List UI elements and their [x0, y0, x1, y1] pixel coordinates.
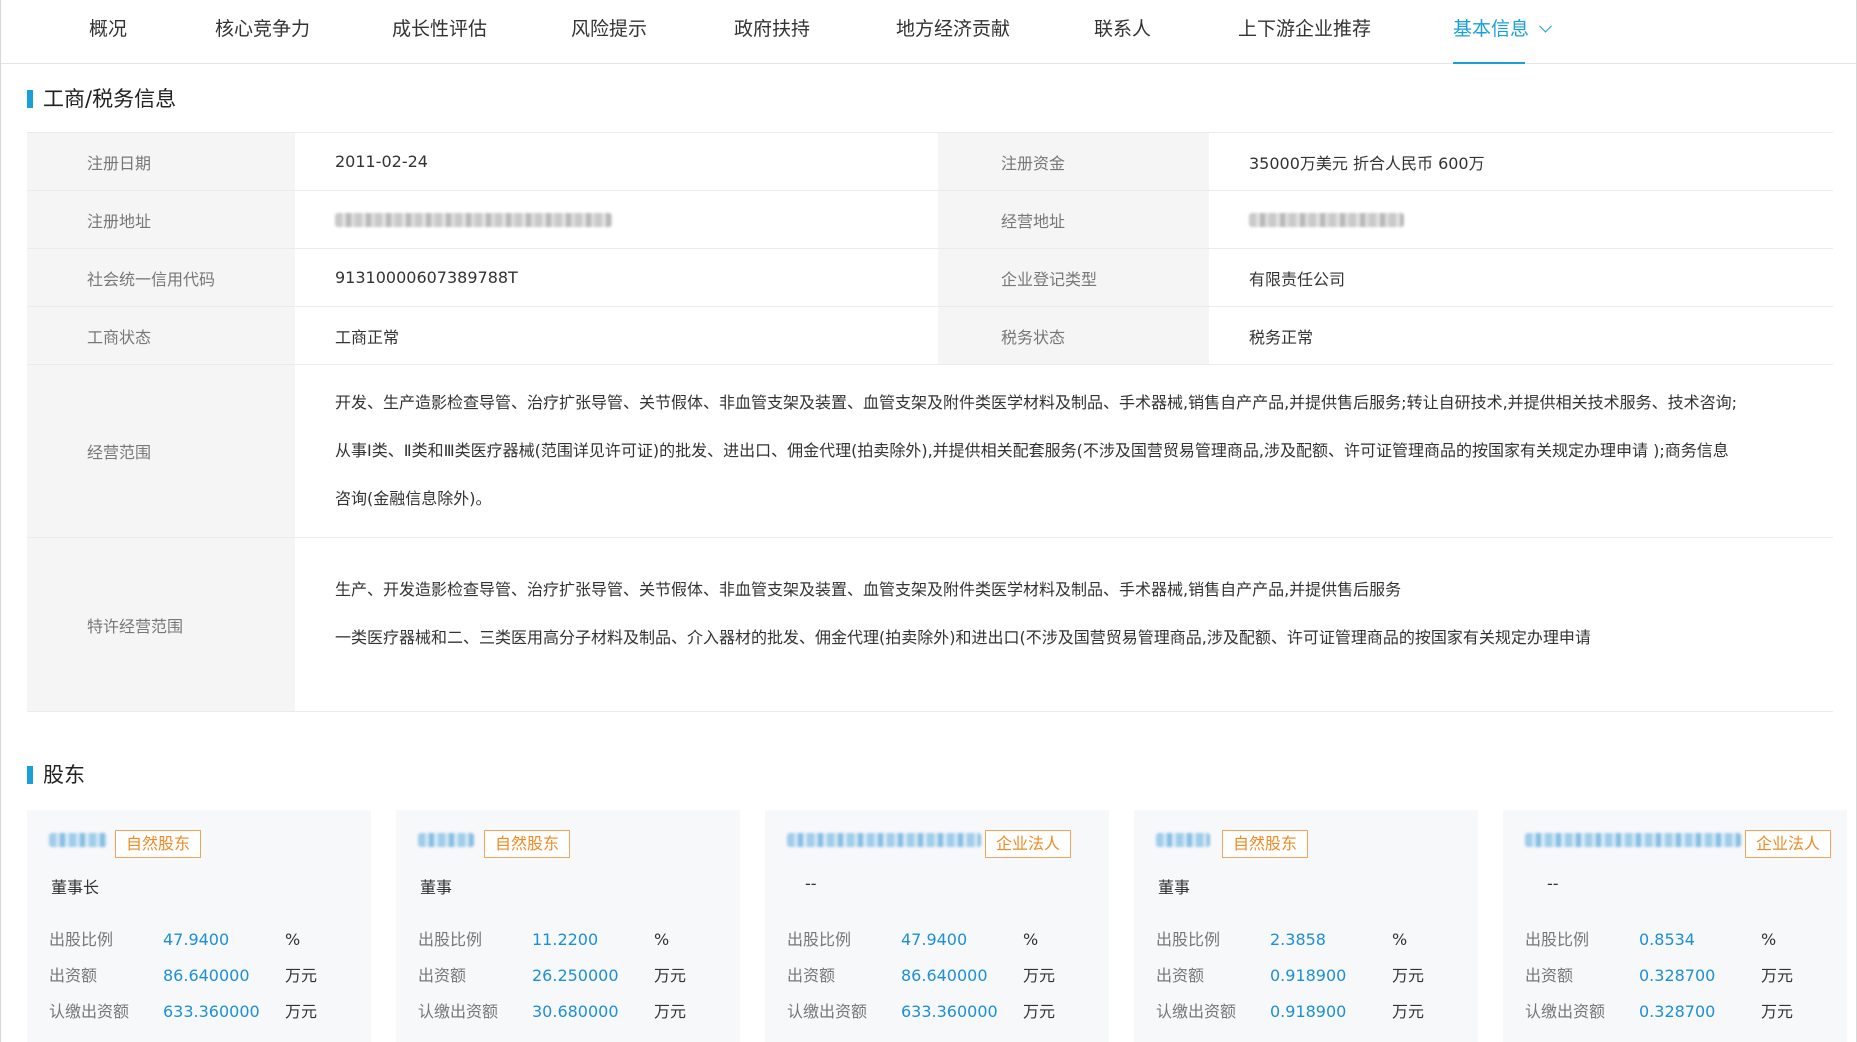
redacted-text: [1249, 212, 1404, 227]
tab-bar: 概况 核心竞争力 成长性评估 风险提示 政府扶持 地方经济贡献 联系人 上下游企…: [1, 0, 1856, 64]
shareholder-type-badge: 自然股东: [1222, 830, 1309, 858]
shareholder-role: 董事长: [51, 878, 100, 897]
credit-code-value: 91310000607389788T: [335, 268, 518, 287]
scope-value: 开发、生产造影检查导管、治疗扩张导管、关节假体、非血管支架及装置、血管支架及附件…: [295, 365, 1833, 537]
reg-capital-label: 注册资金: [938, 133, 1209, 190]
amount-row: 出资额 86.640000 万元: [49, 966, 318, 985]
scope-label: 经营范围: [27, 365, 295, 537]
shareholder-card[interactable]: 自然股东 董事 出股比例 2.3858% 出资额 0.918900 万元 认缴出资额 0…: [1134, 810, 1478, 1042]
shareholder-card[interactable]: 企业法人 -- 出股比例 0.8534% 出资额 0.328700 万元 认缴出资额 0…: [1503, 810, 1847, 1042]
scope-line: 咨询(金融信息除外)。: [335, 489, 492, 508]
chevron-down-icon: [1539, 19, 1552, 33]
table-row: 注册地址 经营地址: [27, 191, 1833, 249]
ratio-row: 出股比例 2.3858%: [1156, 930, 1408, 949]
page-frame: 概况 核心竞争力 成长性评估 风险提示 政府扶持 地方经济贡献 联系人 上下游企…: [0, 0, 1857, 1042]
table-row: 特许经营范围 生产、开发造影检查导管、治疗扩张导管、关节假体、非血管支架及装置、…: [27, 538, 1833, 712]
amount-row: 出资额 26.250000 万元: [418, 966, 687, 985]
reg-capital-value: 35000万美元 折合人民币 600万: [1249, 153, 1485, 173]
tab-contacts[interactable]: 联系人: [1094, 0, 1151, 64]
tab-basic-info[interactable]: 基本信息: [1453, 0, 1552, 64]
licensed-scope-value: 生产、开发造影检查导管、治疗扩张导管、关节假体、非血管支架及装置、血管支架及附件…: [295, 538, 1833, 711]
table-row: 社会统一信用代码 91310000607389788T 企业登记类型 有限责任公…: [27, 249, 1833, 307]
licensed-scope-label: 特许经营范围: [27, 538, 295, 711]
tab-overview[interactable]: 概况: [89, 0, 127, 64]
reg-date-label: 注册日期: [27, 133, 295, 190]
scope-line: 从事Ⅰ类、Ⅱ类和Ⅲ类医疗器械(范围详见许可证)的批发、进出口、佣金代理(拍卖除外…: [335, 441, 1729, 460]
op-address-value: [1209, 191, 1833, 248]
shareholder-role: 董事: [1158, 878, 1191, 897]
shareholder-name-redacted[interactable]: [418, 833, 474, 847]
shareholder-card[interactable]: 自然股东 董事长 出股比例 47.9400% 出资额 86.640000 万元 认缴出…: [27, 810, 371, 1042]
shareholder-name-redacted[interactable]: [1525, 833, 1741, 847]
shareholder-card[interactable]: 自然股东 董事 出股比例 11.2200% 出资额 26.250000 万元 认缴出资…: [396, 810, 740, 1042]
shareholder-name-redacted[interactable]: [49, 833, 107, 847]
tab-growth-assessment[interactable]: 成长性评估: [392, 0, 487, 64]
shareholder-role: 董事: [420, 878, 453, 897]
op-address-label: 经营地址: [938, 191, 1209, 248]
subscribed-row: 认缴出资额 633.360000 万元: [49, 1002, 318, 1021]
tab-core-competitiveness[interactable]: 核心竞争力: [215, 0, 310, 64]
credit-code-label: 社会统一信用代码: [27, 249, 295, 306]
ratio-row: 出股比例 0.8534%: [1525, 930, 1777, 949]
reg-address-label: 注册地址: [27, 191, 295, 248]
ratio-row: 出股比例 11.2200%: [418, 930, 670, 949]
shareholder-name-redacted[interactable]: [787, 833, 981, 847]
tax-status-label: 税务状态: [938, 307, 1209, 364]
shareholder-type-badge: 自然股东: [115, 830, 202, 858]
subscribed-row: 认缴出资额 633.360000 万元: [787, 1002, 1056, 1021]
ratio-row: 出股比例 47.9400%: [49, 930, 301, 949]
table-row: 经营范围 开发、生产造影检查导管、治疗扩张导管、关节假体、非血管支架及装置、血管…: [27, 365, 1833, 538]
subscribed-row: 认缴出资额 0.328700 万元: [1525, 1002, 1794, 1021]
section-title-shareholders: 股东: [27, 762, 85, 788]
redacted-text: [335, 212, 612, 227]
tax-status-value: 税务正常: [1249, 327, 1314, 347]
shareholder-card[interactable]: 企业法人 -- 出股比例 47.9400% 出资额 86.640000 万元 认缴出资…: [765, 810, 1109, 1042]
tab-basic-info-label: 基本信息: [1453, 18, 1530, 40]
company-type-value: 有限责任公司: [1249, 269, 1346, 289]
scope-line: 开发、生产造影检查导管、治疗扩张导管、关节假体、非血管支架及装置、血管支架及附件…: [335, 393, 1738, 412]
reg-date-value: 2011-02-24: [335, 152, 428, 171]
table-row: 注册日期 2011-02-24 注册资金 35000万美元 折合人民币 600万: [27, 133, 1833, 191]
shareholder-role: --: [1547, 874, 1559, 893]
subscribed-row: 认缴出资额 30.680000 万元: [418, 1002, 687, 1021]
shareholder-type-badge: 企业法人: [1745, 830, 1832, 858]
company-type-label: 企业登记类型: [938, 249, 1209, 306]
biz-status-label: 工商状态: [27, 307, 295, 364]
subscribed-row: 认缴出资额 0.918900 万元: [1156, 1002, 1425, 1021]
biz-status-value: 工商正常: [335, 327, 400, 347]
amount-row: 出资额 0.918900 万元: [1156, 966, 1425, 985]
tab-risk-alerts[interactable]: 风险提示: [571, 0, 647, 64]
table-row: 工商状态 工商正常 税务状态 税务正常: [27, 307, 1833, 365]
business-info-table: 注册日期 2011-02-24 注册资金 35000万美元 折合人民币 600万…: [27, 132, 1833, 712]
section-title-business-tax: 工商/税务信息: [27, 86, 176, 112]
shareholder-type-badge: 企业法人: [985, 830, 1072, 858]
shareholder-name-redacted[interactable]: [1156, 833, 1210, 847]
licensed-scope-line: 一类医疗器械和二、三类医用高分子材料及制品、介入器材的批发、佣金代理(拍卖除外)…: [335, 628, 1591, 647]
tab-local-economic-contribution[interactable]: 地方经济贡献: [896, 0, 1010, 64]
licensed-scope-line: 生产、开发造影检查导管、治疗扩张导管、关节假体、非血管支架及装置、血管支架及附件…: [335, 580, 1402, 599]
ratio-row: 出股比例 47.9400%: [787, 930, 1039, 949]
amount-row: 出资额 86.640000 万元: [787, 966, 1056, 985]
tab-supply-chain-recommendations[interactable]: 上下游企业推荐: [1238, 0, 1371, 64]
reg-address-value: [295, 191, 938, 248]
tab-government-support[interactable]: 政府扶持: [734, 0, 810, 64]
shareholder-type-badge: 自然股东: [484, 830, 571, 858]
amount-row: 出资额 0.328700 万元: [1525, 966, 1794, 985]
shareholder-role: --: [805, 874, 817, 893]
